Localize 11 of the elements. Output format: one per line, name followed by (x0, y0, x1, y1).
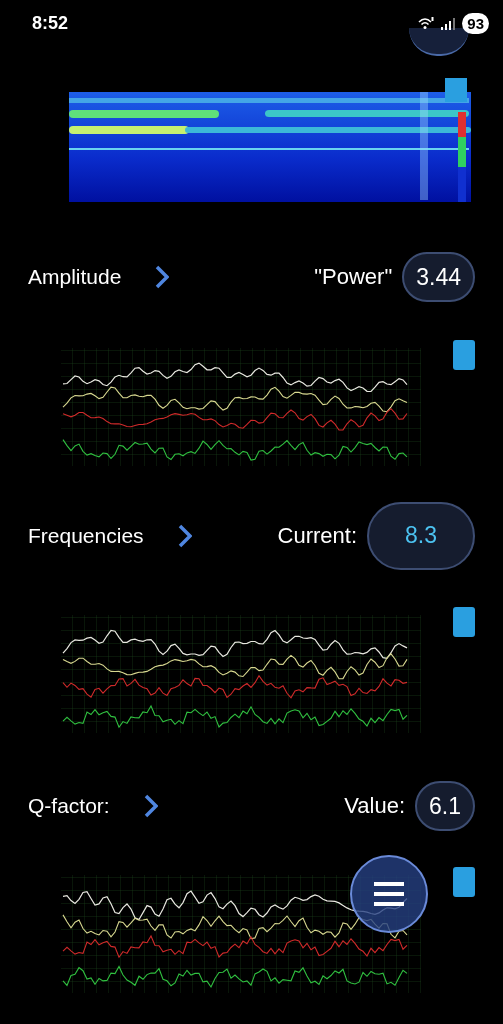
section-label: Amplitude (28, 265, 122, 289)
value-label: Current: (277, 522, 357, 549)
section-label: Frequencies (28, 523, 144, 548)
value-label: "Power" (314, 264, 393, 290)
value-pill: 8.3 (367, 501, 475, 570)
value-label: Value: (344, 793, 405, 819)
status-time: 8:52 (32, 13, 69, 34)
value-pill: 6.1 (415, 781, 475, 831)
battery-level: 93 (462, 13, 489, 34)
section-label: Q-factor: (28, 794, 110, 818)
value-pill: 3.44 (402, 252, 475, 302)
